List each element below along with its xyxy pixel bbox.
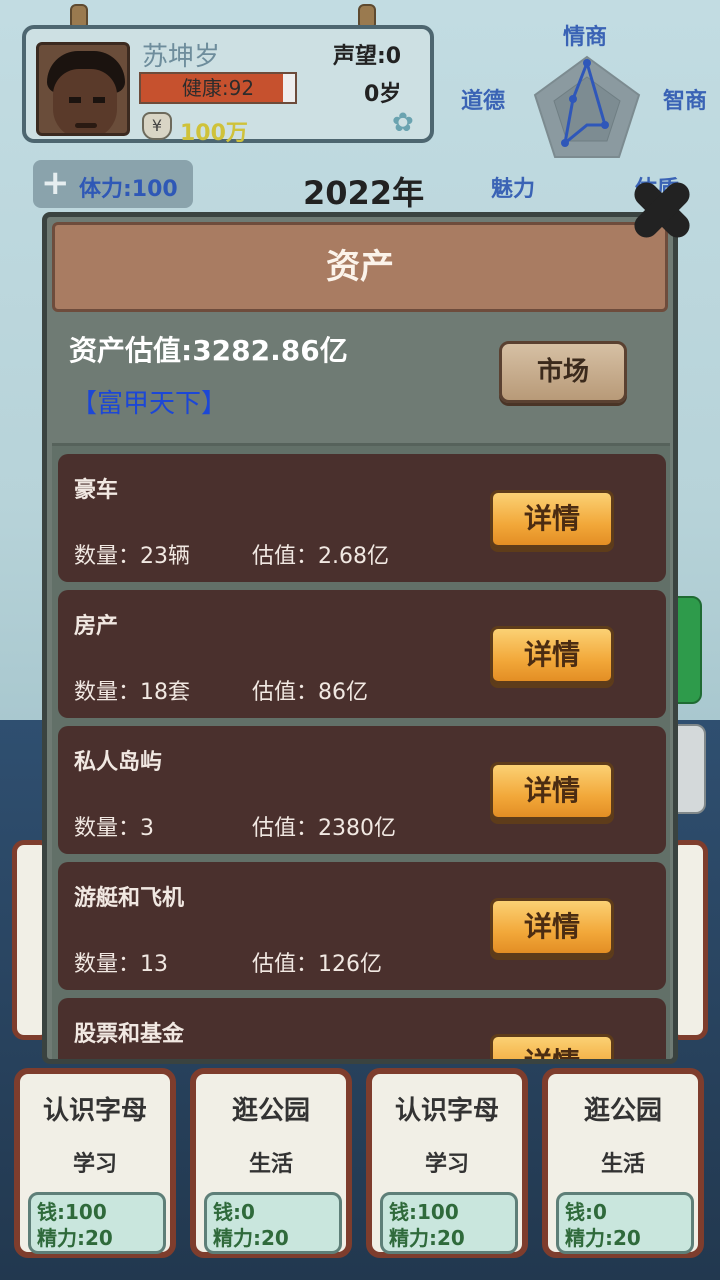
health-label: 健康:92 (181, 76, 255, 100)
plus-icon: + (41, 163, 70, 203)
action-card[interactable]: 认识字母 学习 钱:100 精力:20 (14, 1068, 176, 1258)
asset-quantity: 数量：13 (74, 952, 168, 977)
detail-button[interactable]: 详情 (490, 898, 614, 956)
asset-quantity: 数量：23辆 (74, 544, 190, 569)
action-card-stats: 钱:0 精力:20 (204, 1192, 342, 1254)
action-card-category: 学习 (424, 1152, 469, 1177)
radar-label-morality: 道德 (461, 89, 506, 114)
player-name: 苏坤岁 (142, 42, 221, 72)
action-card-money: 钱:100 (37, 1200, 107, 1224)
action-card-energy: 精力:20 (389, 1226, 465, 1250)
market-button[interactable]: 市场 (499, 341, 627, 403)
asset-name: 私人岛屿 (74, 750, 163, 775)
action-card[interactable]: 逛公园 生活 钱:0 精力:20 (542, 1068, 704, 1258)
modal-header: 资产 (52, 222, 668, 312)
action-card-energy: 精力:20 (565, 1226, 641, 1250)
detail-button[interactable]: 详情 (490, 490, 614, 548)
asset-valuation: 资产估值:3282.86亿 (69, 334, 348, 367)
stamina-label: 体力:100 (79, 177, 178, 202)
side-gray-button[interactable] (676, 724, 706, 814)
year-label: 2022年 (303, 174, 425, 212)
reputation-label: 声望:0 (333, 44, 402, 69)
wealth-title-badge: 【富甲天下】 (71, 389, 228, 419)
avatar[interactable] (36, 42, 130, 136)
asset-value: 估值：2380亿 (252, 816, 396, 841)
action-card[interactable]: 认识字母 学习 钱:100 精力:20 (366, 1068, 528, 1258)
asset-value: 估值：2.68亿 (252, 544, 389, 569)
action-card-energy: 精力:20 (213, 1226, 289, 1250)
action-card-title: 认识字母 (42, 1096, 147, 1126)
asset-value: 估值：86亿 (252, 680, 368, 705)
asset-name: 房产 (74, 614, 119, 639)
detail-button[interactable]: 详情 (490, 762, 614, 820)
assets-modal: 资产 资产估值:3282.86亿 【富甲天下】 市场 豪车 数量：23辆 估值：… (42, 212, 678, 1064)
asset-list[interactable]: 豪车 数量：23辆 估值：2.68亿 详情 房产 数量：18套 估值：86亿 详… (52, 443, 670, 1059)
detail-button[interactable]: 详情 (490, 626, 614, 684)
action-card-title: 逛公园 (231, 1096, 310, 1126)
close-icon[interactable] (624, 172, 700, 248)
asset-row: 股票和基金 详情 (58, 998, 666, 1059)
asset-row: 游艇和飞机 数量：13 估值：126亿 详情 (58, 862, 666, 990)
asset-row: 房产 数量：18套 估值：86亿 详情 (58, 590, 666, 718)
detail-button[interactable]: 详情 (490, 1034, 614, 1059)
asset-name: 豪车 (74, 478, 119, 503)
asset-name: 游艇和飞机 (74, 886, 185, 911)
money-bag-icon: ¥ (142, 112, 172, 140)
radar-label-eq: 情商 (563, 25, 608, 50)
asset-row: 豪车 数量：23辆 估值：2.68亿 详情 (58, 454, 666, 582)
action-card-title: 逛公园 (583, 1096, 662, 1126)
avatar-eye-left (69, 97, 81, 103)
action-card-stats: 钱:100 精力:20 (380, 1192, 518, 1254)
asset-row: 私人岛屿 数量：3 估值：2380亿 详情 (58, 726, 666, 854)
radar-label-iq: 智商 (663, 89, 708, 114)
radar-point (583, 59, 591, 67)
modal-title: 资产 (326, 247, 394, 287)
health-bar: 健康:92 (139, 72, 297, 104)
avatar-mouth (75, 123, 97, 128)
side-green-button[interactable] (676, 596, 702, 704)
action-card-money: 钱:100 (389, 1200, 459, 1224)
action-card-energy: 精力:20 (37, 1226, 113, 1250)
action-card-title: 认识字母 (394, 1096, 499, 1126)
stamina-add-button[interactable]: + 体力:100 (33, 160, 193, 208)
action-card-category: 生活 (248, 1152, 293, 1177)
asset-name: 股票和基金 (74, 1022, 185, 1047)
radar-label-charm: 魅力 (491, 177, 536, 202)
money-label: 100万 (180, 121, 248, 146)
action-card-category: 学习 (72, 1152, 117, 1177)
radar-point (601, 121, 609, 129)
paw-icon: ✿ (392, 108, 414, 138)
asset-quantity: 数量：3 (74, 816, 154, 841)
radar-point (561, 139, 569, 147)
asset-quantity: 数量：18套 (74, 680, 190, 705)
action-card-stats: 钱:0 精力:20 (556, 1192, 694, 1254)
action-card[interactable]: 逛公园 生活 钱:0 精力:20 (190, 1068, 352, 1258)
radar-point (569, 95, 577, 103)
action-card-money: 钱:0 (213, 1200, 255, 1224)
avatar-eye-right (93, 97, 105, 103)
action-card-category: 生活 (600, 1152, 645, 1177)
age-label: 0岁 (364, 82, 402, 107)
asset-value: 估值：126亿 (252, 952, 382, 977)
action-card-money: 钱:0 (565, 1200, 607, 1224)
action-card-stats: 钱:100 精力:20 (28, 1192, 166, 1254)
